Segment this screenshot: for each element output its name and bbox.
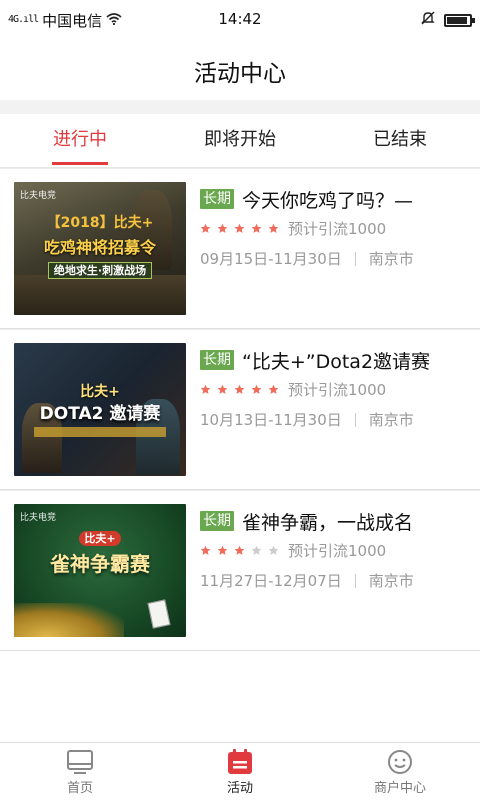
date-range: 09月15日-11月30日 [200, 250, 342, 268]
thumb-brand: 比夫电竞 [20, 513, 57, 523]
date-range: 10月13日-11月30日 [200, 411, 342, 429]
star-filled-icon [268, 384, 279, 394]
star-empty-icon [268, 545, 279, 555]
tab-upcoming[interactable]: 即将开始 [160, 114, 320, 167]
star-filled-icon [234, 223, 245, 233]
meta-divider [354, 573, 356, 588]
city: 南京市 [368, 411, 414, 429]
city: 南京市 [368, 572, 414, 590]
thumb-line: 吃鸡神将招募令 [43, 238, 156, 257]
activity-title: “比夫+”Dota2邀请赛 [242, 350, 431, 373]
activity-info: 长期 今天你吃鸡了吗？— 预计引流1000 09月15日-11月30日 南京市 [200, 186, 470, 269]
meta-divider [354, 251, 356, 266]
page-title: 活动中心 [194, 61, 286, 87]
nav-merchant-center[interactable]: 商户中心 [320, 743, 480, 800]
activity-thumbnail: 比夫+ DOTA2 邀请赛 [14, 343, 186, 476]
status-time: 14:42 [218, 10, 262, 28]
star-filled-icon [217, 545, 228, 555]
nav-label: 首页 [66, 781, 93, 796]
thumb-line: 雀神争霸赛 [50, 552, 150, 576]
star-filled-icon [234, 384, 245, 394]
activity-info: 长期 雀神争霸，一战成名 预计引流1000 11月27日-12月07日 南京市 [200, 508, 470, 591]
star-filled-icon [268, 223, 279, 233]
rating-stars [200, 384, 279, 395]
duration-tag: 长期 [200, 511, 234, 531]
tab-ongoing[interactable]: 进行中 [0, 114, 160, 167]
activity-card[interactable]: 比夫+ DOTA2 邀请赛 长期 “比夫+”Dota2邀请赛 预计引流1000 … [0, 329, 480, 490]
nav-label: 活动 [226, 781, 253, 796]
activity-title: 今天你吃鸡了吗？— [242, 189, 414, 212]
status-right [420, 0, 475, 40]
thumb-brand: 比夫电竞 [20, 191, 57, 201]
thumb-line: 绝地求生·刺激战场 [47, 262, 153, 279]
star-filled-icon [217, 223, 228, 233]
activity-card[interactable]: 比夫电竞 【2018】比夫+ 吃鸡神将招募令 绝地求生·刺激战场 长期 今天你吃… [0, 168, 480, 329]
activity-title: 雀神争霸，一战成名 [242, 511, 414, 534]
activity-list: 比夫电竞 【2018】比夫+ 吃鸡神将招募令 绝地求生·刺激战场 长期 今天你吃… [0, 168, 480, 651]
duration-tag: 长期 [200, 350, 234, 370]
city: 南京市 [368, 250, 414, 268]
activity-thumbnail: 比夫电竞 【2018】比夫+ 吃鸡神将招募令 绝地求生·刺激战场 [14, 182, 186, 315]
date-range: 11月27日-12月07日 [200, 572, 342, 590]
duration-tag: 长期 [200, 189, 234, 209]
battery-icon [444, 13, 475, 27]
traffic-estimate: 预计引流1000 [288, 541, 387, 560]
calendar-icon [226, 749, 254, 775]
smiley-icon [386, 749, 414, 775]
home-monitor-icon [66, 749, 94, 775]
nav-label: 商户中心 [373, 781, 426, 796]
nav-activity[interactable]: 活动 [160, 743, 320, 800]
rating-stars [200, 223, 279, 234]
mute-icon [420, 10, 436, 30]
thumb-line: 【2018】比夫+ [46, 215, 154, 231]
activity-info: 长期 “比夫+”Dota2邀请赛 预计引流1000 10月13日-11月30日 … [200, 347, 470, 430]
thumb-line: 比夫+ [79, 531, 121, 546]
star-filled-icon [217, 384, 228, 394]
activity-tabs: 进行中 即将开始 已结束 [0, 114, 480, 168]
tab-ended[interactable]: 已结束 [320, 114, 480, 167]
bottom-nav: 首页 活动 商户中心 [0, 742, 480, 800]
star-filled-icon [251, 223, 262, 233]
thumb-line: DOTA2 邀请赛 [39, 404, 161, 424]
rating-stars [200, 545, 279, 556]
nav-home[interactable]: 首页 [0, 743, 160, 800]
status-bar: 4G.ıll 中国电信 14:42 [0, 0, 480, 40]
star-filled-icon [200, 545, 211, 555]
thumb-line: 比夫+ [80, 384, 120, 400]
traffic-estimate: 预计引流1000 [288, 219, 387, 238]
star-filled-icon [200, 384, 211, 394]
meta-divider [354, 412, 356, 427]
activity-thumbnail: 比夫电竞 比夫+ 雀神争霸赛 [14, 504, 186, 637]
star-filled-icon [251, 384, 262, 394]
traffic-estimate: 预计引流1000 [288, 380, 387, 399]
star-filled-icon [200, 223, 211, 233]
activity-card[interactable]: 比夫电竞 比夫+ 雀神争霸赛 长期 雀神争霸，一战成名 预计引流1000 11月… [0, 490, 480, 651]
star-filled-icon [234, 545, 245, 555]
star-empty-icon [251, 545, 262, 555]
title-divider [0, 100, 480, 114]
